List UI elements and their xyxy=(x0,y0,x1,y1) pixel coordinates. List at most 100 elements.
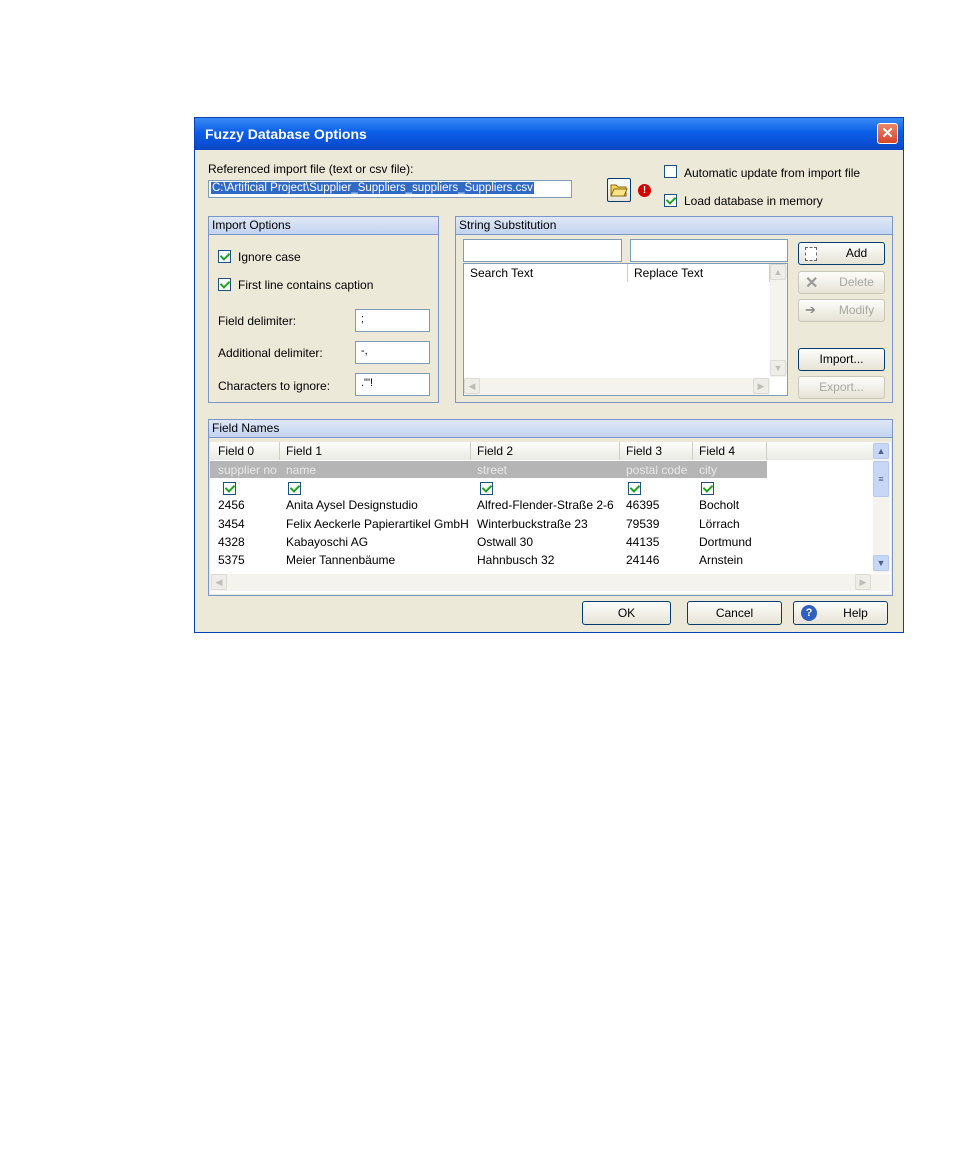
help-button[interactable]: ? Help xyxy=(793,601,888,625)
table-cell: Felix Aeckerle Papierartikel GmbH xyxy=(286,517,469,531)
import-file-path-value: C:\Artificial Project\Supplier_Suppliers… xyxy=(211,182,534,194)
field-0-use-checkbox[interactable] xyxy=(223,482,236,495)
search-text-input[interactable] xyxy=(463,239,622,262)
scroll-down-icon[interactable]: ▼ xyxy=(873,555,889,571)
table-cell: Kabayoschi AG xyxy=(286,535,369,549)
table-cell: 46395 xyxy=(626,498,660,512)
caption-cell: postal code xyxy=(626,463,688,477)
field-0-column-header[interactable]: Field 0 xyxy=(210,442,280,460)
export-button[interactable]: Export... xyxy=(798,376,885,399)
first-line-caption-label: First line contains caption xyxy=(238,278,374,292)
scroll-right-icon[interactable]: ▶ xyxy=(855,574,871,590)
field-names-header: Field Names xyxy=(209,420,892,438)
cancel-button[interactable]: Cancel xyxy=(687,601,782,625)
modify-button[interactable]: ➔ Modify xyxy=(798,299,885,322)
field-1-use-checkbox[interactable] xyxy=(288,482,301,495)
import-options-header: Import Options xyxy=(209,217,438,235)
table-cell: Meier Tannenbäume xyxy=(286,553,396,567)
scroll-left-icon[interactable]: ◀ xyxy=(464,378,480,394)
browse-folder-button[interactable] xyxy=(607,178,631,202)
auto-update-checkbox[interactable] xyxy=(664,165,677,178)
substitution-list[interactable]: Search Text Replace Text ▲ ▼ ◀ ▶ xyxy=(463,263,788,396)
additional-delimiter-label: Additional delimiter: xyxy=(218,346,323,360)
scroll-thumb[interactable]: ≡ xyxy=(873,461,889,497)
first-line-caption-checkbox[interactable] xyxy=(218,278,231,291)
table-cell: 79539 xyxy=(626,517,660,531)
additional-delimiter-input[interactable]: -, xyxy=(355,341,430,364)
export-button-label: Export... xyxy=(819,380,864,394)
table-cell: 3454 xyxy=(218,517,245,531)
field-1-column-label: Field 1 xyxy=(286,444,323,458)
folder-icon xyxy=(610,184,628,197)
substitution-vertical-scrollbar[interactable]: ▲ ▼ xyxy=(770,264,787,377)
ignore-case-label: Ignore case xyxy=(238,250,301,264)
field-names-heading: Field Names xyxy=(212,421,280,435)
chars-ignore-value: ."'! xyxy=(361,377,374,389)
title-bar[interactable]: Fuzzy Database Options ✕ xyxy=(195,118,903,150)
scroll-left-icon[interactable]: ◀ xyxy=(211,574,227,590)
blank-column-header xyxy=(767,442,873,460)
field-3-column-header[interactable]: Field 3 xyxy=(620,442,693,460)
add-icon xyxy=(805,247,817,261)
scroll-up-icon[interactable]: ▲ xyxy=(770,264,786,280)
cancel-button-label: Cancel xyxy=(715,606,754,620)
field-0-column-label: Field 0 xyxy=(218,444,255,458)
fields-vertical-scrollbar[interactable]: ▲ ≡ ▼ xyxy=(873,442,890,573)
add-button-label: Add xyxy=(845,246,868,260)
close-button[interactable]: ✕ xyxy=(877,123,898,144)
table-cell: Arnstein xyxy=(699,553,744,567)
delete-icon: ✕ xyxy=(805,275,819,292)
caption-cell: street xyxy=(477,463,508,477)
chars-ignore-label: Characters to ignore: xyxy=(218,379,331,393)
modify-icon: ➔ xyxy=(805,302,816,317)
string-substitution-heading: String Substitution xyxy=(459,218,557,232)
field-2-use-checkbox[interactable] xyxy=(480,482,493,495)
help-icon: ? xyxy=(801,605,817,621)
warning-icon: ! xyxy=(638,184,651,197)
table-cell: 2456 xyxy=(218,498,245,512)
field-2-column-label: Field 2 xyxy=(477,444,514,458)
field-names-grid[interactable]: Field 0 Field 1 Field 2 Field 3 Field 4 … xyxy=(210,442,891,594)
table-cell: Dortmund xyxy=(699,535,752,549)
replace-text-column-header[interactable]: Replace Text xyxy=(628,264,770,282)
delete-button[interactable]: ✕ Delete xyxy=(798,271,885,294)
table-cell: 4328 xyxy=(218,535,245,549)
help-button-label: Help xyxy=(843,606,868,620)
load-memory-checkbox[interactable] xyxy=(664,194,677,207)
ok-button[interactable]: OK xyxy=(582,601,671,625)
field-3-column-label: Field 3 xyxy=(626,444,663,458)
help-glyph: ? xyxy=(805,607,813,619)
search-text-column-header[interactable]: Search Text xyxy=(464,264,628,282)
table-cell: Bocholt xyxy=(699,498,740,512)
import-button[interactable]: Import... xyxy=(798,348,885,371)
table-cell: Lörrach xyxy=(699,517,740,531)
table-cell: 5375 xyxy=(218,553,245,567)
fuzzy-database-options-dialog: Fuzzy Database Options ✕ Referenced impo… xyxy=(194,117,904,633)
fields-horizontal-scrollbar[interactable]: ◀ ▶ xyxy=(210,574,890,591)
load-memory-label: Load database in memory xyxy=(684,194,823,208)
import-button-label: Import... xyxy=(819,352,864,366)
table-cell: Winterbuckstraße 23 xyxy=(477,517,588,531)
import-file-path-field[interactable]: C:\Artificial Project\Supplier_Suppliers… xyxy=(208,180,572,198)
import-options-heading: Import Options xyxy=(212,218,291,232)
field-4-column-label: Field 4 xyxy=(699,444,736,458)
field-4-use-checkbox[interactable] xyxy=(701,482,714,495)
scroll-up-icon[interactable]: ▲ xyxy=(873,443,889,459)
auto-update-label: Automatic update from import file xyxy=(684,166,861,180)
caption-cell: supplier no xyxy=(218,463,277,477)
scroll-down-icon[interactable]: ▼ xyxy=(770,360,786,376)
substitution-horizontal-scrollbar[interactable]: ◀ ▶ xyxy=(464,378,770,395)
field-delimiter-input[interactable]: ; xyxy=(355,309,430,332)
field-3-use-checkbox[interactable] xyxy=(628,482,641,495)
scroll-right-icon[interactable]: ▶ xyxy=(753,378,769,394)
replace-text-input[interactable] xyxy=(630,239,788,262)
delete-button-label: Delete xyxy=(839,275,874,289)
field-4-column-header[interactable]: Field 4 xyxy=(693,442,767,460)
ignore-case-checkbox[interactable] xyxy=(218,250,231,263)
caption-cell: city xyxy=(699,463,717,477)
ok-button-label: OK xyxy=(617,606,636,620)
field-1-column-header[interactable]: Field 1 xyxy=(280,442,471,460)
add-button[interactable]: Add xyxy=(798,242,885,265)
chars-ignore-input[interactable]: ."'! xyxy=(355,373,430,396)
field-2-column-header[interactable]: Field 2 xyxy=(471,442,620,460)
